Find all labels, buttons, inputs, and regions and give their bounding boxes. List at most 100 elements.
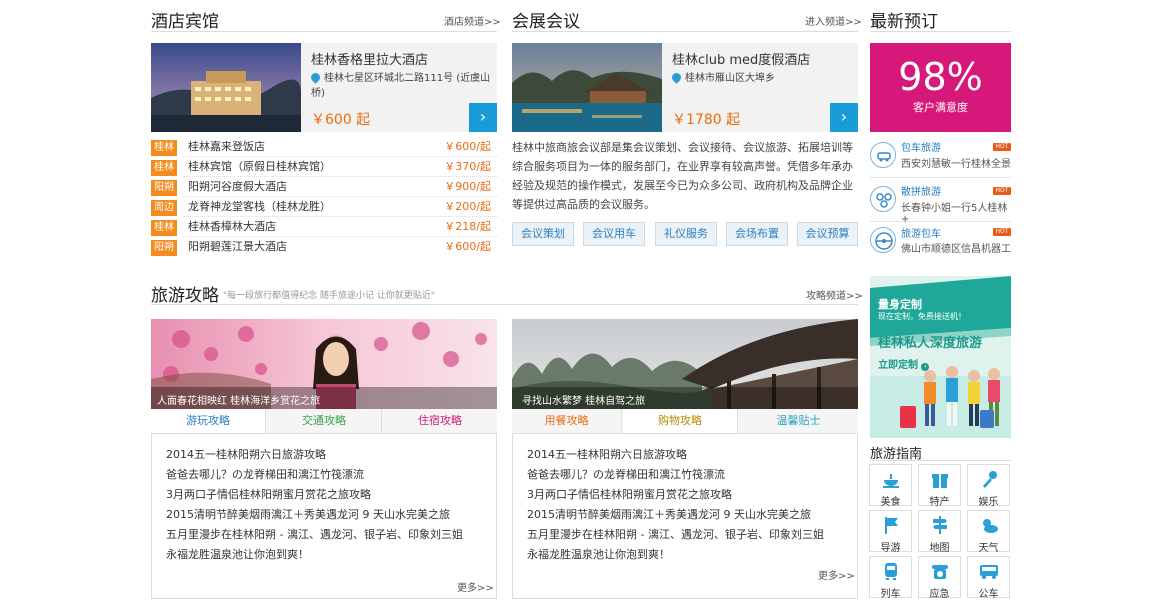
hotel-list-item[interactable]: 阳朔 阳朔河谷度假大酒店 ￥900/起 bbox=[151, 177, 497, 197]
guide-article-link[interactable]: 永福龙胜温泉池让你泡到爽！ bbox=[166, 545, 496, 565]
region-tag: 桂林 bbox=[151, 220, 177, 236]
guide-tabs-right: 用餐攻略 购物攻略 温馨贴士 bbox=[512, 409, 858, 434]
guide-article-link[interactable]: 2014五一桂林阳朔六日旅游攻略 bbox=[527, 445, 857, 465]
guide-item-tour-guide[interactable]: 导游 bbox=[869, 510, 912, 554]
custom-travel-banner[interactable]: 量身定制 现在定制，免费接送机！ 桂林私人深度旅游 立即定制 › bbox=[870, 276, 1011, 438]
hotel-list-item[interactable]: 桂林 桂林香樟林大酒店 ￥218/起 bbox=[151, 217, 497, 237]
guide-list-left: 2014五一桂林阳朔六日旅游攻略 爸爸去哪儿？の龙脊梯田和漓江竹筏漂流 3月两口… bbox=[166, 445, 496, 565]
tab-transport-guide[interactable]: 交通攻略 bbox=[267, 409, 382, 433]
divider bbox=[870, 460, 1011, 461]
region-tag: 周边 bbox=[151, 200, 177, 216]
hotel-list-item[interactable]: 桂林 桂林嘉来登饭店 ￥600/起 bbox=[151, 137, 497, 157]
featured-hotel-price: ￥600 起 bbox=[311, 112, 371, 128]
hotels-title: 酒店宾馆 bbox=[151, 12, 219, 32]
guide-article-link[interactable]: 2015清明节醉美烟雨漓江＋秀美遇龙河 9 天山水完美之旅 bbox=[166, 505, 496, 525]
guide-article-link[interactable]: 爸爸去哪儿？の龙脊梯田和漓江竹筏漂流 bbox=[527, 465, 857, 485]
latest-item[interactable]: 旅游包车 佛山市顺德区信昌机器工 HOT bbox=[870, 225, 1011, 257]
conference-button-planning[interactable]: 会议策划 bbox=[512, 222, 574, 246]
hotel-price: ￥200/起 bbox=[444, 200, 491, 213]
guide-article-link[interactable]: 3月两口子情侣桂林阳朔蜜月赏花之旅攻略 bbox=[527, 485, 857, 505]
guide-item-map[interactable]: 地图 bbox=[918, 510, 961, 554]
guide-more-link[interactable]: 攻略频道>> bbox=[806, 287, 863, 302]
hotel-price: ￥218/起 bbox=[444, 220, 491, 233]
hotel-name[interactable]: 桂林嘉来登饭店 bbox=[188, 137, 265, 157]
hotel-name[interactable]: 阳朔碧莲江景大酒店 bbox=[188, 237, 287, 257]
divider bbox=[151, 304, 858, 305]
latest-item-title[interactable]: 散拼旅游 bbox=[901, 183, 941, 198]
banner-line2: 现在定制，免费接送机！ bbox=[878, 312, 966, 321]
guide-item-train[interactable]: 列车 bbox=[869, 556, 912, 600]
guide-right-more-link[interactable]: 更多>> bbox=[818, 567, 855, 582]
hotel-list-item[interactable]: 阳朔 阳朔碧莲江景大酒店 ￥600/起 bbox=[151, 237, 497, 257]
divider bbox=[151, 31, 497, 32]
featured-hotel-go-button[interactable]: › bbox=[469, 103, 497, 132]
featured-venue-card[interactable]: 桂林club med度假酒店 桂林市雁山区大埠乡 ￥1780 起 › bbox=[512, 43, 858, 132]
hotel-name[interactable]: 桂林香樟林大酒店 bbox=[188, 217, 276, 237]
latest-item[interactable]: 散拼旅游 长春钟小姐一行5人桂林+ HOT bbox=[870, 182, 1011, 225]
banner-cta[interactable]: 立即定制 › bbox=[878, 356, 930, 371]
guide-article-link[interactable]: 五月里漫步在桂林阳朔 - 漓江、遇龙河、银子岩、印象刘三姐 bbox=[166, 525, 496, 545]
guide-item-specialty[interactable]: 特产 bbox=[918, 464, 961, 508]
featured-venue-price: ￥1780 起 bbox=[672, 112, 741, 128]
gift-icon bbox=[931, 474, 948, 488]
signpost-icon bbox=[932, 516, 947, 534]
hotel-list-item[interactable]: 周边 龙脊神龙堂客栈（桂林龙胜） ￥200/起 bbox=[151, 197, 497, 217]
divider bbox=[512, 31, 858, 32]
latest-item[interactable]: 包车旅游 西安刘慧敏一行桂林全景 HOT bbox=[870, 138, 1011, 178]
hotel-price: ￥600/起 bbox=[444, 240, 491, 253]
tab-play-guide[interactable]: 游玩攻略 bbox=[151, 409, 266, 433]
train-icon bbox=[884, 563, 897, 580]
hotel-price: ￥900/起 bbox=[444, 180, 491, 193]
location-pin-icon bbox=[670, 71, 683, 84]
satisfaction-stat: 98% 客户满意度 bbox=[870, 43, 1011, 132]
steering-wheel-icon bbox=[870, 227, 896, 253]
featured-hotel-card[interactable]: 桂林香格里拉大酒店 桂林七星区环城北二路111号 (近虞山桥) ￥600 起 › bbox=[151, 43, 497, 132]
region-tag: 桂林 bbox=[151, 140, 177, 156]
food-icon bbox=[882, 474, 899, 488]
tab-dining-guide[interactable]: 用餐攻略 bbox=[512, 409, 622, 433]
conference-button-budget[interactable]: 会议预算 bbox=[797, 222, 858, 246]
guide-article-link[interactable]: 2015清明节醉美烟雨漓江＋秀美遇龙河 9 天山水完美之旅 bbox=[527, 505, 857, 525]
guide-article-link[interactable]: 爸爸去哪儿？の龙脊梯田和漓江竹筏漂流 bbox=[166, 465, 496, 485]
guide-caption-left: 人面春花相映红 桂林海洋乡赏花之旅 bbox=[157, 396, 321, 407]
hotel-price: ￥370/起 bbox=[444, 160, 491, 173]
banner-headline: 桂林私人深度旅游 bbox=[878, 336, 983, 351]
tab-tips[interactable]: 温馨贴士 bbox=[739, 409, 858, 433]
arrow-right-icon: › bbox=[921, 363, 930, 371]
conference-button-vehicle[interactable]: 会议用车 bbox=[583, 222, 645, 246]
hotel-name[interactable]: 桂林宾馆（原假日桂林宾馆） bbox=[188, 157, 331, 177]
featured-hotel-name[interactable]: 桂林香格里拉大酒店 bbox=[311, 49, 428, 68]
weather-icon bbox=[982, 519, 998, 533]
featured-venue-go-button[interactable]: › bbox=[830, 103, 858, 132]
conference-button-venue-setup[interactable]: 会场布置 bbox=[726, 222, 788, 246]
hot-badge: HOT bbox=[993, 143, 1011, 151]
hotel-name[interactable]: 龙脊神龙堂客栈（桂林龙胜） bbox=[188, 197, 331, 217]
region-tag: 阳朔 bbox=[151, 180, 177, 196]
hotel-list-item[interactable]: 桂林 桂林宾馆（原假日桂林宾馆） ￥370/起 bbox=[151, 157, 497, 177]
latest-item-title[interactable]: 包车旅游 bbox=[901, 139, 941, 154]
tab-shopping-guide[interactable]: 购物攻略 bbox=[623, 409, 738, 433]
guide-article-link[interactable]: 3月两口子情侣桂林阳朔蜜月赏花之旅攻略 bbox=[166, 485, 496, 505]
conference-button-etiquette[interactable]: 礼仪服务 bbox=[655, 222, 717, 246]
tab-stay-guide[interactable]: 住宿攻略 bbox=[383, 409, 497, 433]
hot-badge: HOT bbox=[993, 187, 1011, 195]
guide-item-bus[interactable]: 公车 bbox=[967, 556, 1010, 600]
conference-more-link[interactable]: 进入频道>> bbox=[805, 13, 862, 28]
guide-article-link[interactable]: 永福龙胜温泉池让你泡到爽！ bbox=[527, 545, 857, 565]
guide-left-more-link[interactable]: 更多>> bbox=[457, 579, 494, 594]
guide-item-weather[interactable]: 天气 bbox=[967, 510, 1010, 554]
latest-item-title[interactable]: 旅游包车 bbox=[901, 225, 941, 240]
flag-icon bbox=[884, 517, 898, 534]
hotels-more-link[interactable]: 酒店频道>> bbox=[444, 13, 501, 28]
guide-article-link[interactable]: 五月里漫步在桂林阳朔 - 漓江、遇龙河、银子岩、印象刘三姐 bbox=[527, 525, 857, 545]
guide-item-entertainment[interactable]: 娱乐 bbox=[967, 464, 1010, 508]
banner-line1: 量身定制 bbox=[878, 298, 922, 311]
featured-venue-name[interactable]: 桂林club med度假酒店 bbox=[672, 49, 810, 68]
hotel-name[interactable]: 阳朔河谷度假大酒店 bbox=[188, 177, 287, 197]
microphone-icon bbox=[982, 471, 997, 488]
guide-article-link[interactable]: 2014五一桂林阳朔六日旅游攻略 bbox=[166, 445, 496, 465]
guide-tabs-left: 游玩攻略 交通攻略 住宿攻略 bbox=[151, 409, 497, 434]
guide-item-food[interactable]: 美食 bbox=[869, 464, 912, 508]
guide-title: 旅游攻略 bbox=[151, 286, 219, 306]
guide-item-emergency[interactable]: 应急 bbox=[918, 556, 961, 600]
